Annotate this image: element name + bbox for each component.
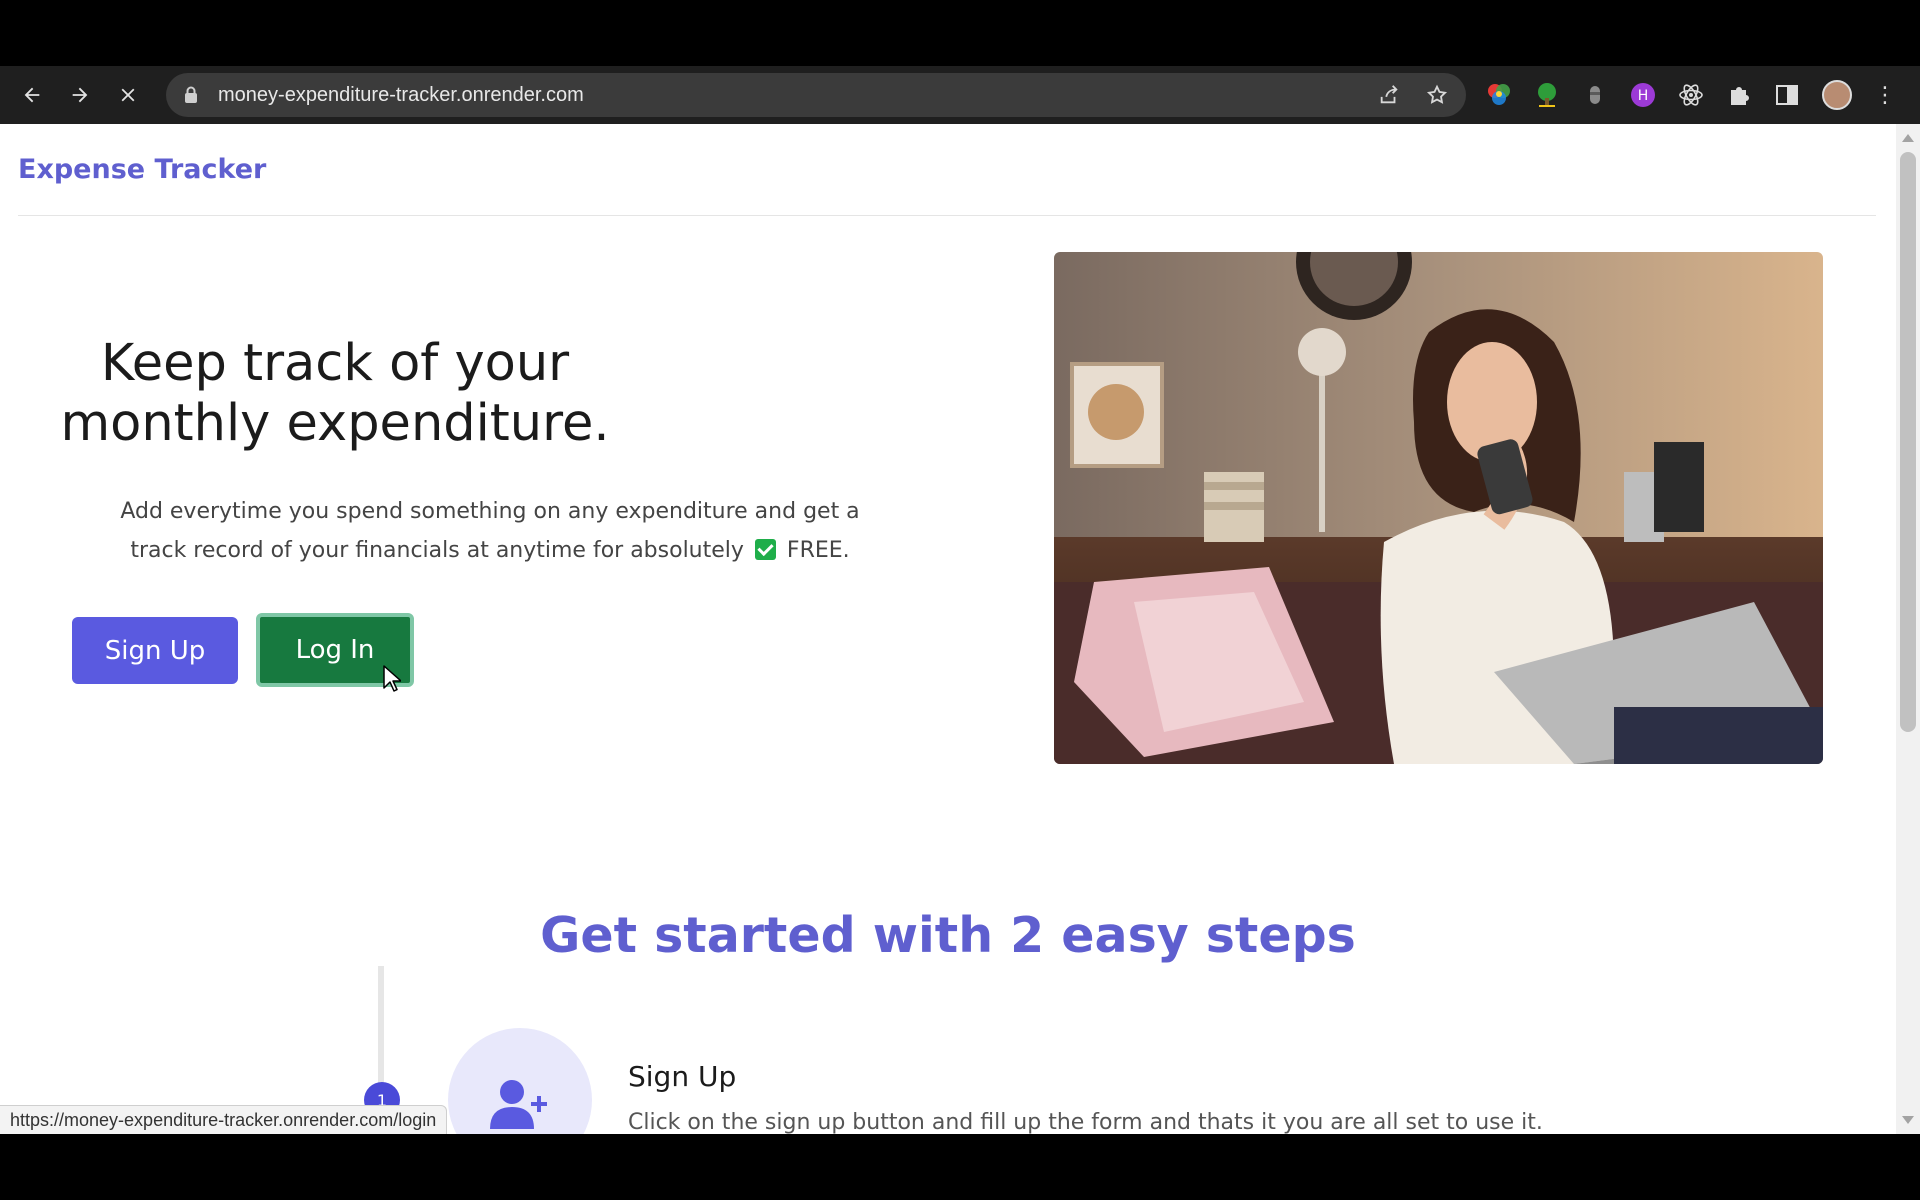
- scrollbar-thumb[interactable]: [1900, 152, 1916, 732]
- link-status-bar: https://money-expenditure-tracker.onrend…: [0, 1105, 448, 1135]
- top-letterbox: [0, 0, 1920, 66]
- brand-logo-text[interactable]: Expense Tracker: [18, 154, 266, 185]
- forward-arrow-icon: [72, 87, 88, 103]
- signup-button[interactable]: Sign Up: [72, 617, 238, 684]
- browser-menu-icon[interactable]: ⋮: [1874, 82, 1896, 108]
- share-icon[interactable]: [1378, 84, 1400, 106]
- bookmark-star-icon[interactable]: [1426, 84, 1448, 106]
- step-icon-container: [448, 1028, 592, 1134]
- purple-extension-icon[interactable]: H: [1630, 82, 1656, 108]
- page-scrollbar[interactable]: [1896, 124, 1920, 1134]
- mouse-cursor-icon: [383, 665, 401, 692]
- address-bar[interactable]: money-expenditure-tracker.onrender.com: [166, 73, 1466, 117]
- checkmark-icon: [754, 539, 776, 560]
- add-user-icon: [490, 1080, 547, 1129]
- steps-section-title: Get started with 2 easy steps: [540, 907, 1356, 964]
- side-panel-icon[interactable]: [1774, 82, 1800, 108]
- color-picker-extension-icon[interactable]: [1486, 82, 1512, 108]
- hero-title: Keep track of your monthly expenditure.: [40, 334, 630, 454]
- react-devtools-icon[interactable]: [1678, 82, 1704, 108]
- browser-toolbar: money-expenditure-tracker.onrender.com H…: [0, 66, 1920, 124]
- grey-extension-icon[interactable]: [1582, 82, 1608, 108]
- hero-image: [1054, 252, 1823, 764]
- back-button[interactable]: [8, 71, 56, 119]
- hero-subtitle: Add everytime you spend something on any…: [90, 492, 890, 570]
- back-arrow-icon: [24, 87, 40, 103]
- scroll-down-icon[interactable]: [1902, 1116, 1914, 1124]
- forward-button[interactable]: [56, 71, 104, 119]
- hero-subtitle-text: Add everytime you spend something on any…: [120, 499, 860, 563]
- tree-extension-icon[interactable]: [1534, 82, 1560, 108]
- bottom-letterbox: [0, 1134, 1920, 1200]
- web-page: Expense Tracker Keep track of your month…: [0, 124, 1896, 1134]
- lock-icon: [185, 86, 197, 103]
- profile-avatar[interactable]: [1822, 80, 1852, 110]
- stop-loading-button[interactable]: [104, 71, 152, 119]
- step-heading: Sign Up: [628, 1060, 737, 1093]
- step-description: Click on the sign up button and fill up …: [628, 1110, 1543, 1134]
- extensions-puzzle-icon[interactable]: [1726, 82, 1752, 108]
- site-navbar: Expense Tracker: [18, 124, 1876, 216]
- scroll-up-icon[interactable]: [1902, 134, 1914, 142]
- close-icon: [121, 88, 135, 102]
- hero-title-line2: monthly expenditure.: [60, 394, 610, 453]
- svg-text:H: H: [1638, 88, 1649, 104]
- hero-title-line1: Keep track of your: [100, 334, 570, 393]
- address-url: money-expenditure-tracker.onrender.com: [218, 83, 584, 106]
- hero-subtitle-free: FREE.: [786, 538, 850, 563]
